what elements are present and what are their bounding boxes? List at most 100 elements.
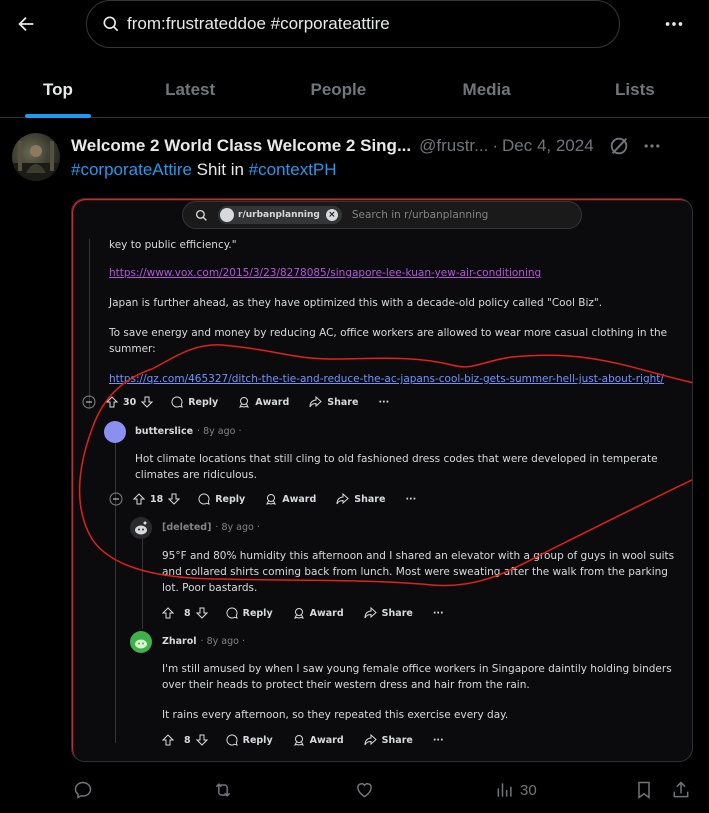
award-icon: [293, 735, 304, 746]
views-count: 30: [520, 781, 537, 799]
award-icon: [239, 397, 250, 408]
downvote-icon[interactable]: [195, 734, 208, 746]
hashtag-link[interactable]: #contextPH: [249, 160, 337, 179]
hashtag-link[interactable]: #corporateAttire: [71, 160, 192, 179]
share-button[interactable]: [671, 780, 691, 800]
tab-top[interactable]: Top: [0, 62, 116, 118]
comment-author: butterslice · 8y ago ·: [135, 426, 241, 437]
upvote-icon[interactable]: [106, 396, 118, 408]
avatar[interactable]: [104, 421, 126, 443]
arrow-left-icon: [18, 16, 34, 32]
reply-label: Reply: [242, 607, 273, 619]
subreddit-name: r/urbanplanning: [238, 210, 320, 220]
comment-actions: 8 Reply Award Share ···: [162, 732, 444, 748]
upvote-icon[interactable]: [133, 493, 145, 505]
tab-label: Latest: [165, 80, 216, 99]
award-button[interactable]: Award: [238, 396, 289, 408]
reply-button[interactable]: [73, 780, 93, 800]
reddit-search-bar: r/urbanplanning × Search in r/urbanplann…: [182, 201, 582, 229]
more-horizontal-icon[interactable]: ···: [378, 397, 389, 408]
back-button[interactable]: [12, 10, 40, 38]
reply-label: Reply: [215, 493, 246, 505]
upvote-icon[interactable]: [162, 607, 174, 619]
more-horizontal-icon[interactable]: [642, 136, 662, 156]
search-tabs: Top Latest People Media Lists: [0, 62, 709, 118]
tab-people[interactable]: People: [264, 62, 412, 118]
reply-button[interactable]: Reply: [198, 493, 245, 505]
comment-link[interactable]: https://qz.com/465327/ditch-the-tie-and-…: [109, 371, 679, 387]
comment-link-text[interactable]: https://qz.com/465327/ditch-the-tie-and-…: [109, 373, 664, 385]
tab-latest[interactable]: Latest: [116, 62, 264, 118]
search-header: Top Latest People Media Lists: [0, 0, 709, 118]
subreddit-icon: [220, 208, 234, 222]
comment-age: · 8y ago ·: [200, 636, 245, 647]
avatar[interactable]: [130, 631, 152, 653]
author-name[interactable]: Welcome 2 World Class Welcome 2 Sing...: [71, 136, 411, 156]
views-chart-icon: [497, 783, 512, 797]
more-horizontal-icon[interactable]: ···: [433, 735, 444, 746]
subreddit-chip: r/urbanplanning ×: [218, 206, 342, 224]
vote-count: 18: [150, 493, 164, 505]
award-label: Award: [282, 493, 317, 505]
collapse-icon[interactable]: [82, 395, 96, 409]
tab-label: Top: [43, 80, 73, 99]
tab-label: People: [310, 80, 367, 99]
share-button[interactable]: Share: [309, 396, 358, 408]
avatar[interactable]: [12, 133, 60, 181]
reply-button[interactable]: Reply: [171, 396, 218, 408]
share-button[interactable]: Share: [364, 607, 413, 619]
upvote-icon[interactable]: [162, 734, 174, 746]
more-horizontal-icon[interactable]: ···: [405, 494, 416, 505]
author-handle[interactable]: @frustr...: [419, 136, 488, 156]
downvote-icon[interactable]: [141, 396, 154, 408]
thread-line: [115, 443, 116, 743]
award-label: Award: [255, 396, 290, 408]
views-button[interactable]: 30: [495, 780, 537, 800]
username[interactable]: butterslice: [135, 426, 193, 437]
tab-lists[interactable]: Lists: [561, 62, 709, 118]
post-media-image[interactable]: r/urbanplanning × Search in r/urbanplann…: [71, 198, 693, 762]
post-action-bar: 30: [71, 776, 697, 804]
share-button[interactable]: Share: [364, 734, 413, 746]
collapse-icon[interactable]: [109, 492, 123, 506]
comment-age: · 8y ago ·: [197, 426, 242, 437]
heart-icon: [357, 783, 372, 798]
comment-actions: 8 Reply Award Share ···: [162, 605, 444, 621]
more-options-button[interactable]: [660, 10, 688, 38]
downvote-icon[interactable]: [195, 607, 208, 619]
award-button[interactable]: Award: [293, 607, 344, 619]
award-button[interactable]: Award: [293, 734, 344, 746]
search-input[interactable]: [127, 14, 607, 34]
bookmark-button[interactable]: [634, 780, 654, 800]
award-button[interactable]: Award: [265, 493, 316, 505]
share-label: Share: [381, 607, 413, 619]
grok-icon[interactable]: [608, 135, 630, 157]
username[interactable]: [deleted]: [162, 522, 211, 533]
repost-button[interactable]: [212, 780, 234, 800]
reply-icon: [74, 781, 92, 799]
comment-text: Hot climate locations that still cling t…: [135, 453, 658, 481]
comment-age: · 8y ago ·: [215, 522, 260, 533]
comment-icon: [171, 396, 183, 408]
username[interactable]: Zharol: [162, 636, 197, 647]
post-text-body: Shit in: [191, 160, 249, 179]
comment-author: Zharol · 8y ago ·: [162, 636, 245, 647]
comment-link[interactable]: https://www.vox.com/2015/3/23/8278085/si…: [109, 265, 679, 281]
reply-button[interactable]: Reply: [226, 607, 273, 619]
award-icon: [293, 608, 304, 619]
meta-separator: ·: [492, 136, 498, 155]
comment-link-text[interactable]: https://www.vox.com/2015/3/23/8278085/si…: [109, 267, 541, 279]
like-button[interactable]: [354, 780, 375, 800]
search-input-box[interactable]: [86, 0, 620, 48]
share-label: Share: [381, 734, 413, 746]
reply-button[interactable]: Reply: [226, 734, 273, 746]
avatar[interactable]: [130, 517, 152, 539]
post-date[interactable]: Dec 4, 2024: [502, 136, 594, 156]
downvote-icon[interactable]: [168, 493, 181, 505]
repost-icon: [215, 783, 231, 797]
award-label: Award: [309, 734, 344, 746]
share-button[interactable]: Share: [336, 493, 385, 505]
more-horizontal-icon[interactable]: ···: [433, 608, 444, 619]
tab-media[interactable]: Media: [413, 62, 561, 118]
comment-actions: 18 Reply Award Share ···: [109, 491, 416, 507]
